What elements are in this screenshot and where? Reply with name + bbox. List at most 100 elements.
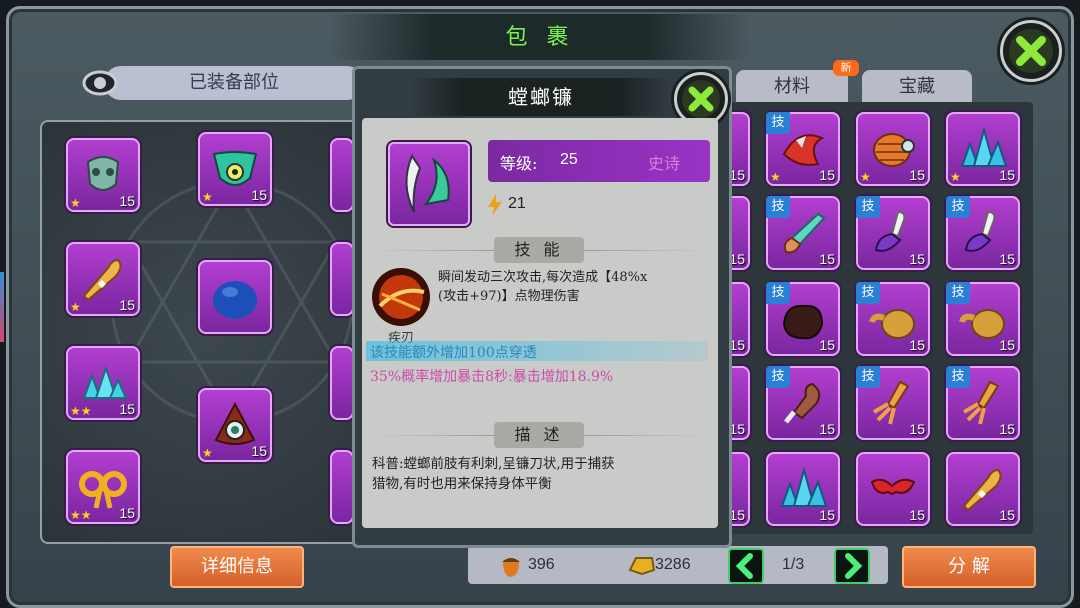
item-level: 15 [999,337,1015,353]
star-rating: ★ [70,196,81,210]
item-level: 15 [909,507,925,523]
skill-tag: 技 [946,196,970,218]
equipped-slot-ribbon[interactable]: ★★ 15 [66,450,140,524]
mantis-scythe-item-icon [388,142,470,226]
star-rating: ★ [202,446,213,460]
window-title: 包 裹 [505,25,575,50]
star-rating: ★★ [70,404,92,418]
item-level: 15 [909,167,925,183]
item-level: 15 [119,297,135,313]
skill-tag: 技 [856,196,880,218]
item-level: 15 [819,337,835,353]
inventory-slot[interactable]: ★ 15 [856,112,930,186]
power-value: 21 [508,195,526,212]
inventory-slot[interactable]: 技 ★ 15 [766,112,840,186]
star-rating: ★ [770,170,781,184]
inventory-slot[interactable]: 15 [946,452,1020,526]
star-rating: ★ [950,170,961,184]
new-badge: 新 [833,60,859,76]
equipped-slot-eyeball[interactable]: ★ 15 [198,388,272,462]
popup-title: 螳螂镰 [508,85,574,109]
skill-tag: 技 [766,112,790,134]
bonus-penetration: 该技能额外增加100点穿透 [370,345,537,361]
item-level: 15 [819,421,835,437]
item-level: 15 [909,251,925,267]
item-description: 科普:螳螂前肢有利刺,呈镰刀状,用于捕获 猎物,有时也用来保持身体平衡 [372,454,712,494]
next-page-button[interactable] [834,548,870,584]
inventory-slot[interactable]: 15 [766,452,840,526]
equipped-tab[interactable]: 已装备部位 [104,66,364,100]
inventory-slot[interactable]: 技 15 [766,366,840,440]
page-indicator: 1/3 [782,556,805,573]
gold-icon [628,552,656,578]
details-button[interactable]: 详细信息 [170,546,304,588]
item-level: 15 [999,251,1015,267]
decompose-button[interactable]: 分 解 [902,546,1036,588]
inventory-slot[interactable]: 技 15 [946,366,1020,440]
item-level: 15 [999,421,1015,437]
inventory-slot[interactable]: 技 15 [946,282,1020,356]
acorn-count: 396 [528,556,555,573]
item-level: 15 [909,421,925,437]
prev-page-button[interactable] [728,548,764,584]
equipped-slot-weapon[interactable]: ★ 15 [66,242,140,316]
item-level: 15 [819,167,835,183]
star-rating: ★ [202,190,213,204]
equipped-slot-head[interactable]: ★ 15 [66,138,140,212]
skill-tag: 技 [766,282,790,304]
gold-count: 3286 [655,556,691,573]
skill-tag: 技 [856,366,880,388]
eye-icon[interactable] [82,68,118,98]
item-level: 15 [999,167,1015,183]
acorn-icon [498,552,524,578]
inventory-slot[interactable]: 技 15 [946,196,1020,270]
skill-description-line: 瞬间发动三次攻击,每次造成【48%x [438,270,648,285]
inventory-slot[interactable]: 技 15 [856,282,930,356]
skill-tag: 技 [766,196,790,218]
star-rating: ★★ [70,508,92,522]
equipped-slot-orb[interactable] [198,260,272,334]
edge-indicator [0,272,4,342]
item-level: 15 [819,251,835,267]
equipped-slot-partial[interactable] [330,242,354,316]
inventory-slot[interactable]: ★ 15 [946,112,1020,186]
equipped-slot-crystal[interactable]: ★★ 15 [66,346,140,420]
chevron-left-icon [735,553,753,579]
item-level: 15 [999,507,1015,523]
item-level: 15 [251,443,267,459]
close-icon [1009,29,1053,73]
level-rarity-box: 等级: 25 史诗 [488,140,710,182]
level-label: 等级: [500,154,538,173]
blue-orb-item-icon [213,281,257,319]
equipped-slot-partial[interactable] [330,138,354,212]
skill-fire-icon [370,266,432,328]
star-rating: ★ [860,170,871,184]
tab-materials[interactable]: 材料 [736,70,848,102]
inventory-slot[interactable]: 技 15 [856,196,930,270]
skill-tag: 技 [946,366,970,388]
equipped-slot-partial[interactable] [330,450,354,524]
skill-tag: 技 [766,366,790,388]
lightning-icon [486,194,504,216]
skill-tag: 技 [946,282,970,304]
description-header: 描 述 [494,422,584,448]
item-description-line: 猎物,有时也用来保持身体平衡 [372,476,552,492]
close-button[interactable] [1000,20,1062,82]
rarity-label: 史诗 [648,154,681,173]
item-description-line: 科普:螳螂前肢有利刺,呈镰刀状,用于捕获 [372,456,615,472]
bonus-crit: 35%概率增加暴击8秒:暴击增加18.9% [370,369,614,385]
inventory-slot[interactable]: 15 [856,452,930,526]
inventory-slot[interactable]: 技 15 [766,196,840,270]
item-level: 15 [251,187,267,203]
tab-treasure[interactable]: 宝藏 [862,70,972,102]
item-level: 15 [909,337,925,353]
skill-description-line: (攻击+97)】点物理伤害 [438,289,580,304]
item-level: 15 [119,505,135,521]
inventory-slot[interactable]: 技 15 [766,282,840,356]
skill-description: 瞬间发动三次攻击,每次造成【48%x (攻击+97)】点物理伤害 [438,268,714,306]
inventory-slot[interactable]: 技 15 [856,366,930,440]
level-value: 25 [560,151,578,168]
equipped-slot-partial[interactable] [330,346,354,420]
close-icon [682,80,720,118]
equipped-slot-eye[interactable]: ★ 15 [198,132,272,206]
